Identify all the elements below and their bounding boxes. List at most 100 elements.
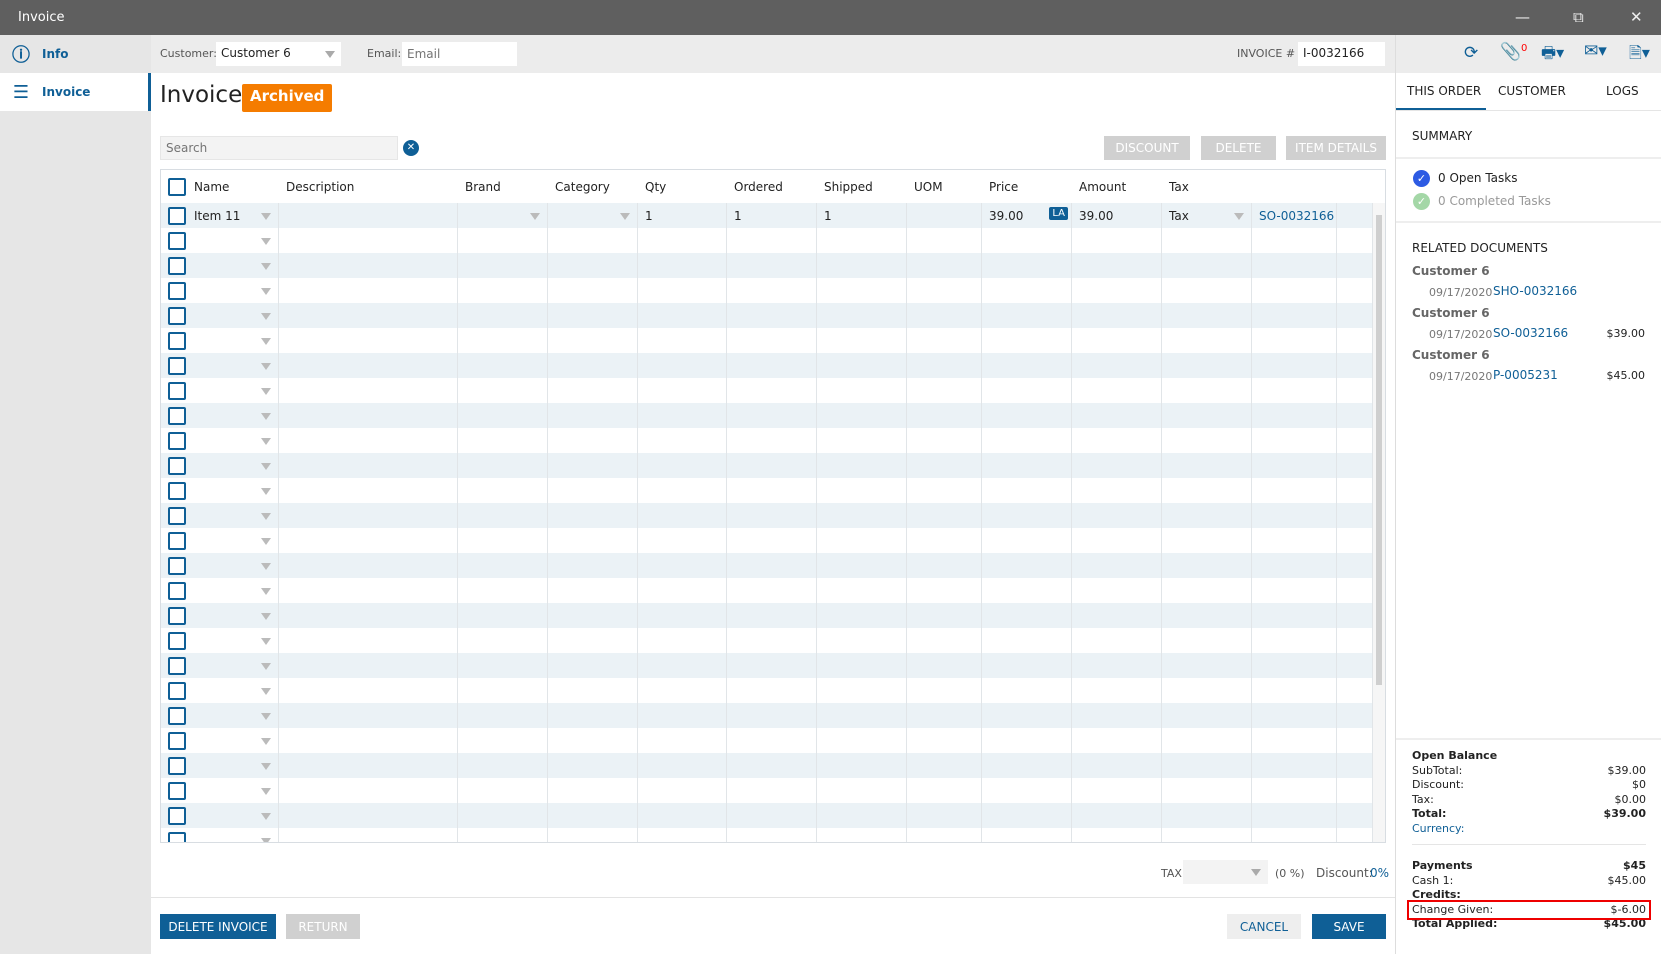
chevron-down-icon[interactable]	[261, 638, 271, 645]
chevron-down-icon[interactable]	[261, 313, 271, 320]
table-row[interactable]	[161, 253, 1373, 278]
chevron-down-icon[interactable]	[261, 763, 271, 770]
row-checkbox[interactable]	[168, 381, 186, 400]
table-row[interactable]	[161, 803, 1373, 828]
chevron-down-icon[interactable]	[261, 288, 271, 295]
chevron-down-icon[interactable]	[261, 488, 271, 495]
table-row[interactable]	[161, 678, 1373, 703]
chevron-down-icon[interactable]	[261, 563, 271, 570]
table-row[interactable]	[161, 478, 1373, 503]
row-checkbox[interactable]	[168, 356, 186, 375]
table-row[interactable]	[161, 728, 1373, 753]
cancel-button[interactable]: CANCEL	[1227, 914, 1301, 939]
row-checkbox[interactable]	[168, 556, 186, 575]
table-row[interactable]	[161, 278, 1373, 303]
row-checkbox[interactable]	[168, 481, 186, 500]
chevron-down-icon[interactable]	[261, 238, 271, 245]
row-checkbox[interactable]	[168, 256, 186, 275]
chevron-down-icon[interactable]	[261, 688, 271, 695]
select-all-checkbox[interactable]	[168, 177, 186, 196]
document-icon[interactable]: 🗎▾	[1629, 42, 1650, 69]
table-row[interactable]	[161, 753, 1373, 778]
open-tasks[interactable]: 0 Open Tasks	[1438, 171, 1517, 185]
price-level-badge[interactable]: LA	[1049, 207, 1068, 220]
sidebar-item-invoice[interactable]: ☰ Invoice	[0, 73, 151, 111]
email-input[interactable]	[402, 42, 517, 66]
email-icon[interactable]: ✉▾	[1584, 41, 1607, 61]
row-checkbox[interactable]	[168, 231, 186, 250]
chevron-down-icon[interactable]	[620, 213, 630, 220]
sidebar-item-info[interactable]: ⓘ Info	[0, 35, 151, 73]
chevron-down-icon[interactable]	[261, 713, 271, 720]
scrollbar[interactable]	[1373, 203, 1385, 842]
row-checkbox[interactable]	[168, 781, 186, 800]
chevron-down-icon[interactable]	[261, 513, 271, 520]
chevron-down-icon[interactable]	[261, 338, 271, 345]
paperclip-icon[interactable]: 📎	[1500, 42, 1521, 62]
table-row[interactable]	[161, 428, 1373, 453]
chevron-down-icon[interactable]	[261, 663, 271, 670]
row-checkbox[interactable]	[168, 431, 186, 450]
delete-invoice-button[interactable]: DELETE INVOICE	[160, 914, 276, 939]
row-checkbox[interactable]	[168, 606, 186, 625]
table-row[interactable]	[161, 353, 1373, 378]
row-checkbox[interactable]	[168, 731, 186, 750]
table-row[interactable]	[161, 578, 1373, 603]
table-row[interactable]	[161, 328, 1373, 353]
chevron-down-icon[interactable]	[261, 613, 271, 620]
tab-customer[interactable]: CUSTOMER	[1498, 84, 1566, 98]
row-checkbox[interactable]	[168, 331, 186, 350]
row-checkbox[interactable]	[168, 806, 186, 825]
chevron-down-icon[interactable]	[261, 413, 271, 420]
chevron-down-icon[interactable]	[261, 538, 271, 545]
table-row[interactable]	[161, 403, 1373, 428]
delete-button[interactable]: DELETE	[1201, 136, 1276, 160]
cell-value[interactable]: SO-0032166	[1259, 209, 1334, 223]
tax-select[interactable]	[1183, 860, 1268, 884]
table-row[interactable]	[161, 653, 1373, 678]
related-document-link[interactable]: P-0005231	[1493, 368, 1558, 382]
row-checkbox[interactable]	[168, 756, 186, 775]
close-button[interactable]: ✕	[1630, 8, 1643, 26]
table-row[interactable]: Item 11 1 1 1 39.00 LA 39.00 Tax SO-0032166	[161, 203, 1373, 228]
table-row[interactable]	[161, 553, 1373, 578]
row-checkbox[interactable]	[168, 706, 186, 725]
table-row[interactable]	[161, 703, 1373, 728]
table-row[interactable]	[161, 228, 1373, 253]
table-row[interactable]	[161, 303, 1373, 328]
restore-button[interactable]: ⧉	[1573, 8, 1584, 26]
return-button[interactable]: RETURN	[286, 914, 360, 939]
chevron-down-icon[interactable]	[261, 438, 271, 445]
row-checkbox[interactable]	[168, 531, 186, 550]
chevron-down-icon[interactable]	[530, 213, 540, 220]
table-row[interactable]	[161, 528, 1373, 553]
refresh-icon[interactable]: ⟳	[1464, 43, 1478, 63]
completed-tasks[interactable]: 0 Completed Tasks	[1438, 194, 1551, 208]
chevron-down-icon[interactable]	[1234, 213, 1244, 220]
invoice-number-input[interactable]: I-0032166	[1298, 42, 1385, 66]
discount-value-link[interactable]: 0%	[1370, 866, 1389, 880]
row-checkbox[interactable]	[168, 681, 186, 700]
row-checkbox[interactable]	[168, 581, 186, 600]
chevron-down-icon[interactable]	[261, 788, 271, 795]
search-input[interactable]	[160, 136, 398, 160]
item-details-button[interactable]: ITEM DETAILS	[1286, 136, 1386, 160]
scrollbar-thumb[interactable]	[1376, 215, 1382, 685]
chevron-down-icon[interactable]	[261, 813, 271, 820]
row-checkbox[interactable]	[168, 406, 186, 425]
currency-link[interactable]: Currency:	[1412, 822, 1646, 837]
row-checkbox[interactable]	[168, 831, 186, 842]
chevron-down-icon[interactable]	[261, 463, 271, 470]
row-checkbox[interactable]	[168, 306, 186, 325]
chevron-down-icon[interactable]	[261, 588, 271, 595]
table-row[interactable]	[161, 778, 1373, 803]
table-row[interactable]	[161, 828, 1373, 842]
row-checkbox[interactable]	[168, 206, 186, 225]
save-button[interactable]: SAVE	[1312, 914, 1386, 939]
minimize-button[interactable]: —	[1515, 8, 1530, 26]
chevron-down-icon[interactable]	[261, 213, 271, 220]
tab-logs[interactable]: LOGS	[1606, 84, 1639, 98]
discount-button[interactable]: DISCOUNT	[1104, 136, 1190, 160]
chevron-down-icon[interactable]	[261, 388, 271, 395]
row-checkbox[interactable]	[168, 456, 186, 475]
